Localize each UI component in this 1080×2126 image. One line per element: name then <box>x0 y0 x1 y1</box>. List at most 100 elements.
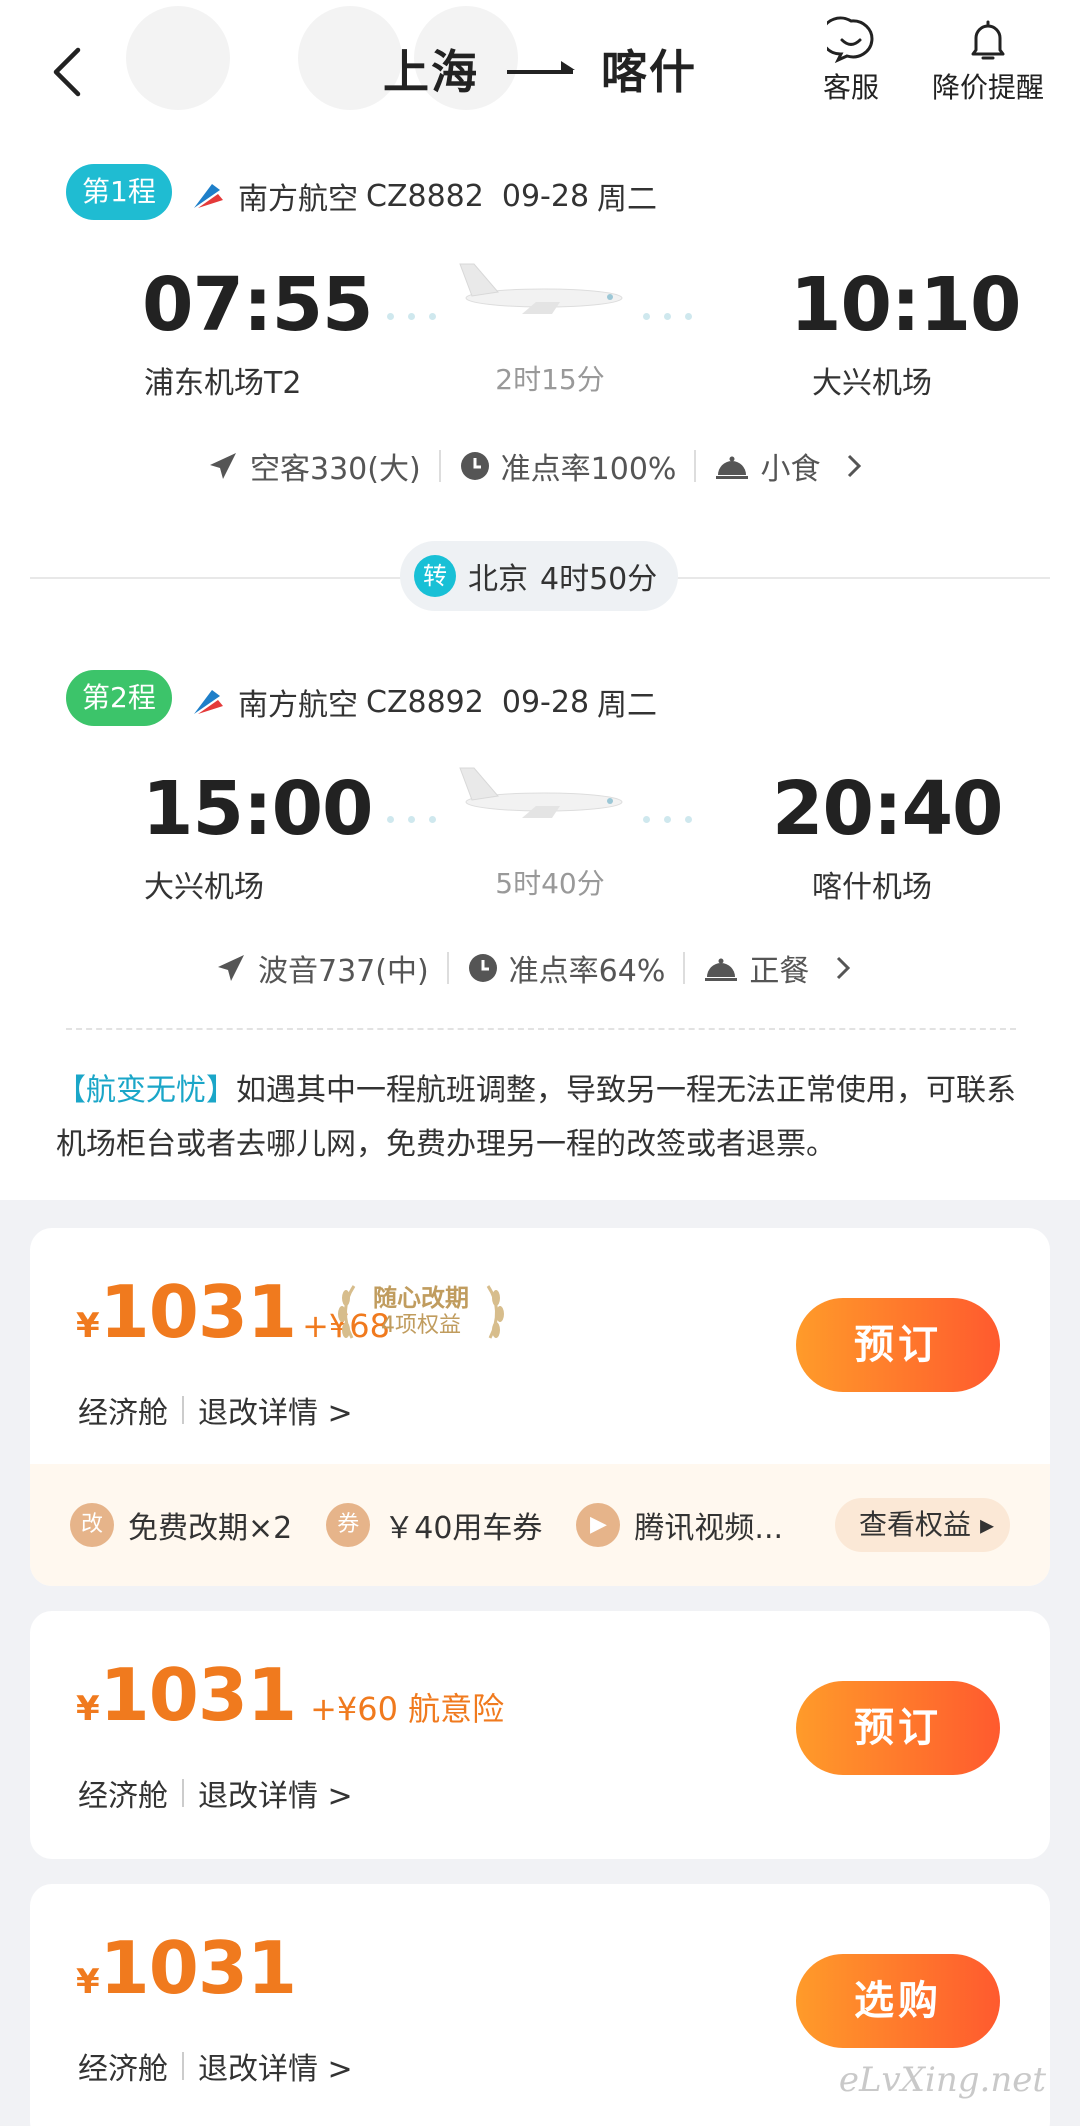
clock-icon <box>468 954 497 982</box>
refund-change-link[interactable]: 退改详情 > <box>198 2044 353 2088</box>
currency-symbol: ¥ <box>76 1689 100 1729</box>
cabin-class: 经济舱 <box>78 1779 168 1814</box>
chevron-right-icon <box>848 454 862 478</box>
flight-number: CZ8892 <box>366 684 484 720</box>
benefit-item: 券 ￥40用车券 <box>326 1503 542 1547</box>
divider <box>694 450 697 482</box>
book-button[interactable]: 预订 <box>796 1681 1000 1775</box>
aircraft-type: 波音737(中) <box>214 946 429 990</box>
airline-name: 南方航空 <box>238 688 358 723</box>
flight-date: 09-28 <box>501 178 590 214</box>
segment-badge: 第2程 <box>66 670 172 726</box>
flight-date: 09-28 <box>501 684 590 720</box>
airline-name: 南方航空 <box>238 182 358 217</box>
offer-price: ¥ 1031 +¥60 航意险 <box>76 1653 504 1737</box>
cabin-row: 经济舱 退改详情 > <box>78 2044 353 2088</box>
benefit-label: 免费改期×2 <box>128 1511 293 1546</box>
flight-weekday: 周二 <box>597 182 658 217</box>
airplane-icon <box>459 767 623 818</box>
price-value: 1031 <box>99 1653 297 1737</box>
price-value: 1031 <box>99 1270 297 1354</box>
meal-cloche-icon <box>716 456 749 479</box>
benefit-item: ▶ 腾讯视频... <box>576 1503 783 1547</box>
flight-info: 南方航空 CZ8892 09-28 周二 <box>190 680 657 724</box>
benefit-label: 腾讯视频... <box>634 1511 784 1546</box>
ontime-rate: 准点率64% <box>467 946 666 990</box>
destination-city: 喀什 <box>601 45 697 99</box>
departure-airport: 浦东机场T2 <box>144 366 302 401</box>
bell-icon <box>971 20 1005 60</box>
book-button[interactable]: 预订 <box>796 1298 1000 1392</box>
watermark: eLvXing.net <box>838 2060 1046 2100</box>
flight-meta[interactable]: 空客330(大) 准点率100% 小食 <box>206 444 862 488</box>
price-alert-button[interactable]: 降价提醒 <box>926 16 1050 106</box>
currency-symbol: ¥ <box>76 1306 100 1346</box>
airplane-icon <box>459 263 623 314</box>
route-dots <box>380 808 443 823</box>
origin-city: 上海 <box>383 45 479 99</box>
divider <box>446 952 449 984</box>
ontime-rate: 准点率100% <box>459 444 676 488</box>
departure-airport: 大兴机场 <box>144 870 264 905</box>
car-coupon-icon: 券 <box>326 1503 371 1547</box>
segment-badge: 第1程 <box>66 164 172 220</box>
divider <box>182 1779 184 1807</box>
flight-duration: 2时15分 <box>495 363 605 396</box>
route-dots <box>636 808 699 823</box>
aircraft-type: 空客330(大) <box>206 444 421 488</box>
price-alert-label: 降价提醒 <box>931 71 1044 104</box>
cabin-row: 经济舱 退改详情 > <box>78 1771 353 1815</box>
arrival-time: 10:10 <box>790 262 1022 348</box>
transfer-city: 北京 <box>468 562 528 597</box>
china-southern-logo-icon <box>194 184 223 208</box>
departure-time: 07:55 <box>142 262 374 348</box>
cabin-row: 经济舱 退改详情 > <box>78 1388 353 1432</box>
divider <box>438 450 441 482</box>
meal-label: 正餐 <box>749 954 810 989</box>
offer-price: ¥ 1031 <box>76 1926 297 2010</box>
offer-card: ¥ 1031 +¥68 随心改期 4项权益 经济舱 退改详情 > 预订 改 免费… <box>30 1228 1050 1586</box>
transfer-tag: 转 <box>414 555 456 597</box>
play-icon: ▶ <box>576 1503 621 1547</box>
change-icon: 改 <box>70 1503 114 1547</box>
flight-info: 南方航空 CZ8882 09-28 周二 <box>190 174 657 218</box>
transfer-time: 4时50分 <box>540 562 658 597</box>
laurel-wreath-icon <box>338 1285 504 1339</box>
flight-duration: 5时40分 <box>495 867 605 900</box>
departure-time: 15:00 <box>142 766 374 852</box>
meal-label: 小食 <box>760 452 821 487</box>
aircraft-label: 空客330(大) <box>250 452 421 487</box>
select-button[interactable]: 选购 <box>796 1954 1000 2048</box>
meal-cloche-icon <box>705 958 738 981</box>
china-southern-logo-icon <box>194 690 223 714</box>
flight-change-notice: 【航变无忧】如遇其中一程航班调整，导致另一程无法正常使用，可联系机场柜台或者去哪… <box>56 1064 1026 1172</box>
view-benefits-button[interactable]: 查看权益 ▸ <box>835 1498 1010 1552</box>
arrival-time: 20:40 <box>772 766 1004 852</box>
view-benefits-label: 查看权益 <box>859 1508 972 1541</box>
chevron-right-icon <box>837 956 851 980</box>
arrival-airport: 大兴机场 <box>812 366 932 401</box>
offer-card: ¥ 1031 +¥60 航意险 经济舱 退改详情 > 预订 <box>30 1611 1050 1859</box>
benefit-item: 改 免费改期×2 <box>70 1503 292 1547</box>
flight-meta[interactable]: 波音737(中) 准点率64% 正餐 <box>214 946 851 990</box>
route-dots <box>636 305 699 320</box>
meal-info: 正餐 <box>703 946 809 990</box>
route-arrow-icon <box>507 60 575 74</box>
refund-change-link[interactable]: 退改详情 > <box>198 1771 353 1815</box>
arrival-airport: 喀什机场 <box>812 870 932 905</box>
dashed-divider <box>66 1028 1016 1030</box>
route-dots <box>380 305 443 320</box>
route-title: 上海 喀什 <box>0 36 1080 102</box>
benefits-bar: 改 免费改期×2 券 ￥40用车券 ▶ 腾讯视频... 查看权益 ▸ <box>30 1464 1050 1586</box>
customer-service-label: 客服 <box>822 71 879 104</box>
triangle-right-icon: ▸ <box>979 1508 994 1541</box>
customer-service-button[interactable]: 客服 <box>815 16 887 106</box>
refund-change-link[interactable]: 退改详情 > <box>198 1388 353 1432</box>
ontime-label: 准点率64% <box>508 954 666 989</box>
benefit-label: ￥40用车券 <box>384 1511 543 1546</box>
chat-smile-icon <box>827 16 874 64</box>
divider <box>683 952 686 984</box>
flight-weekday: 周二 <box>597 688 658 723</box>
price-addon: +¥60 航意险 <box>310 1690 505 1728</box>
clock-icon <box>460 452 489 480</box>
